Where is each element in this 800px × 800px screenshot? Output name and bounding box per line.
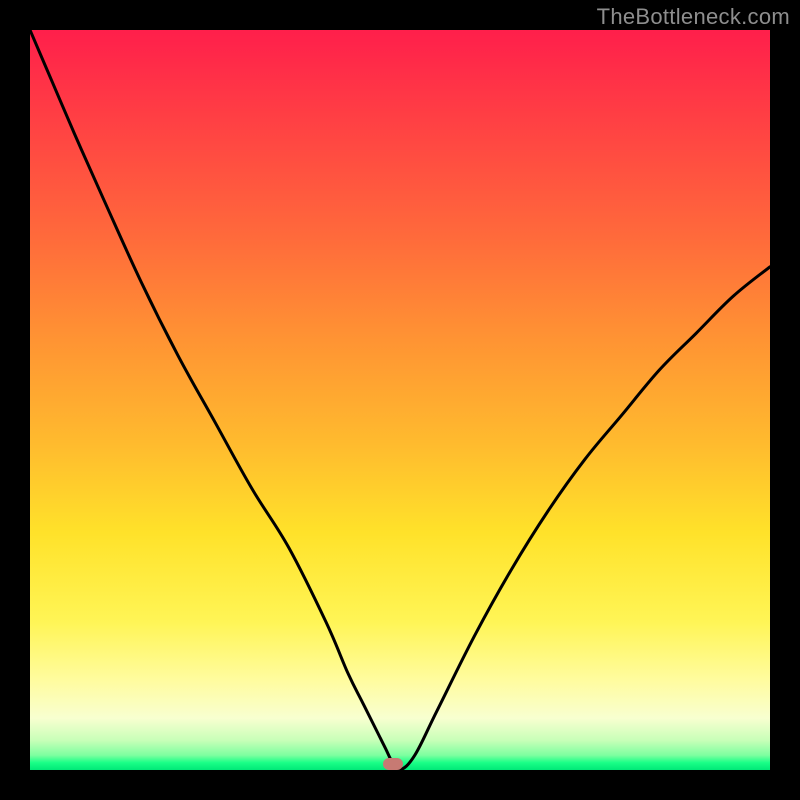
watermark-text: TheBottleneck.com	[597, 4, 790, 30]
curve-svg	[30, 30, 770, 770]
chart-frame: TheBottleneck.com	[0, 0, 800, 800]
optimum-marker	[383, 758, 403, 770]
plot-area	[30, 30, 770, 770]
bottleneck-curve	[30, 30, 770, 770]
